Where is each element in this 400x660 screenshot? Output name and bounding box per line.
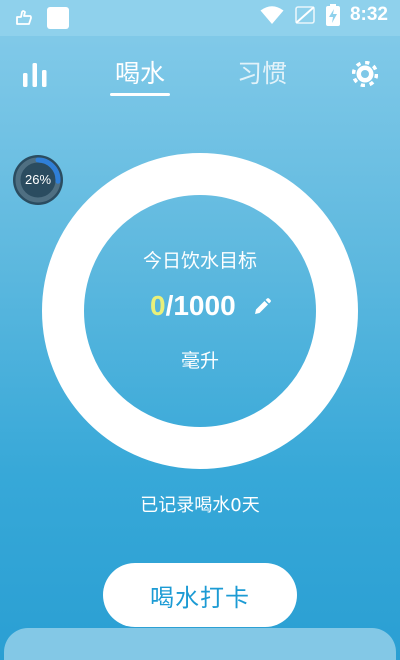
notification-square-icon — [47, 7, 69, 29]
app-screen: 8:32 喝水 习惯 26% 今日饮水目标 0/1000 毫升 已记录喝水0天 … — [0, 0, 400, 660]
gear-icon[interactable] — [352, 61, 378, 87]
daily-goal-label: 今日饮水目标 — [142, 250, 257, 272]
app-notification-icon — [16, 10, 32, 25]
bottom-panel — [4, 628, 396, 660]
wifi-icon — [260, 6, 284, 24]
active-tab-indicator — [110, 93, 170, 96]
pencil-icon[interactable] — [253, 298, 271, 316]
status-time: 8:32 — [349, 4, 388, 25]
progress-percent-badge: 26% — [12, 154, 64, 206]
goal-amount[interactable]: 0/1000 — [150, 290, 236, 322]
tab-habits[interactable]: 习惯 — [232, 54, 292, 90]
current-intake-value: 0 — [150, 290, 166, 321]
top-bar: 喝水 习惯 — [0, 36, 400, 106]
drink-checkin-button[interactable]: 喝水打卡 — [103, 563, 297, 627]
unit-label: 毫升 — [180, 350, 219, 372]
recorded-days-text: 已记录喝水0天 — [140, 495, 260, 516]
battery-charging-icon — [325, 4, 340, 26]
progress-percent-label: 26% — [24, 172, 52, 187]
status-left — [14, 6, 70, 30]
tab-drink-water[interactable]: 喝水 — [110, 54, 170, 90]
status-right: 8:32 — [260, 4, 388, 26]
goal-target-value: 1000 — [173, 290, 236, 321]
status-bar: 8:32 — [0, 0, 400, 36]
no-signal-icon — [295, 6, 315, 24]
bar-chart-icon[interactable] — [22, 62, 48, 88]
